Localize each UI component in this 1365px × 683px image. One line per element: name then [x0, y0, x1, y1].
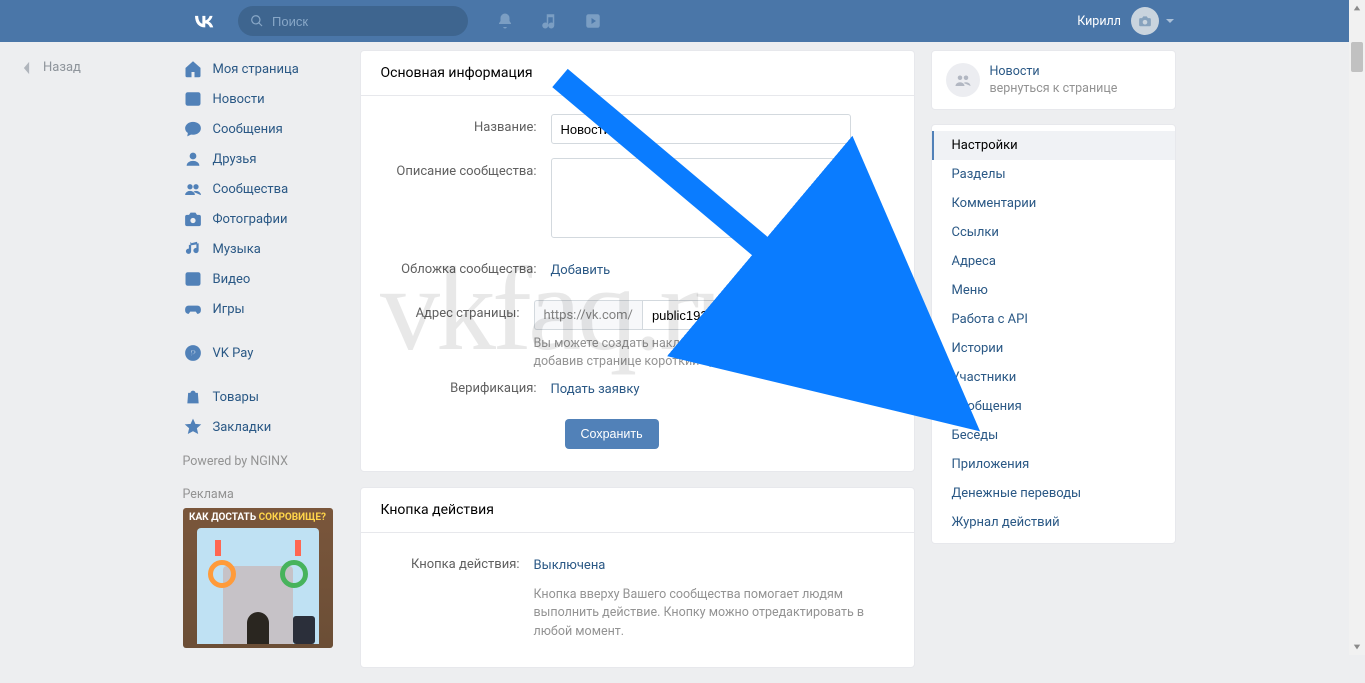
name-label: Название: [381, 114, 551, 144]
action-value[interactable]: Выключена [534, 551, 606, 581]
menu-api[interactable]: Работа с API [932, 305, 1175, 334]
scroll-down[interactable] [1349, 639, 1365, 655]
addr-hint: Вы можете создать наклейки для Вашего со… [534, 335, 894, 371]
community-sub: вернуться к странице [990, 81, 1118, 96]
search-box[interactable] [238, 6, 468, 36]
nav-photos[interactable]: Фотографии [183, 204, 348, 234]
main-info-panel: Основная информация Название: Описание с… [360, 50, 915, 472]
search-input[interactable] [272, 14, 442, 29]
bell-icon[interactable] [496, 12, 514, 30]
group-avatar [946, 63, 980, 97]
back-button[interactable]: Назад [22, 60, 81, 75]
ad-banner[interactable]: КАК ДОСТАТЬ СОКРОВИЩЕ? [183, 508, 333, 648]
menu-chats[interactable]: Беседы [932, 421, 1175, 450]
save-button[interactable]: Сохранить [565, 419, 659, 449]
addr-label: Адрес страницы: [381, 300, 534, 371]
left-nav: Моя страница Новости Сообщения Друзья Со… [183, 50, 348, 648]
ruble-icon: ₽ [184, 344, 202, 362]
username: Кирилл [1077, 14, 1121, 29]
nav-groups[interactable]: Сообщества [183, 174, 348, 204]
menu-transfers[interactable]: Денежные переводы [932, 479, 1175, 508]
bag-icon [184, 388, 202, 406]
camera-icon [1138, 14, 1152, 28]
verify-link[interactable]: Подать заявку [551, 375, 640, 405]
nav-messages[interactable]: Сообщения [183, 114, 348, 144]
scroll-up[interactable] [1349, 0, 1365, 16]
settings-menu: Настройки Разделы Комментарии Ссылки Адр… [931, 124, 1176, 544]
chevron-down-icon [1165, 16, 1175, 26]
news-icon [184, 90, 202, 108]
search-icon [250, 14, 264, 28]
powered-by: Powered by NGINX [183, 454, 348, 469]
addr-prefix: https://vk.com/ [534, 300, 642, 330]
users-icon [184, 180, 202, 198]
nav-market[interactable]: Товары [183, 382, 348, 412]
nav-games[interactable]: Игры [183, 294, 348, 324]
avatar [1131, 7, 1159, 35]
nav-bookmarks[interactable]: Закладки [183, 412, 348, 442]
music-note-icon [184, 240, 202, 258]
menu-messages[interactable]: Сообщения [932, 392, 1175, 421]
play-icon[interactable] [584, 12, 602, 30]
user-menu[interactable]: Кирилл [1077, 7, 1175, 35]
menu-stories[interactable]: Истории [932, 334, 1175, 363]
camera-icon [184, 210, 202, 228]
top-icons [496, 12, 602, 30]
menu-sections[interactable]: Разделы [932, 160, 1175, 189]
scrollbar[interactable] [1349, 0, 1365, 655]
nav-music[interactable]: Музыка [183, 234, 348, 264]
menu-comments[interactable]: Комментарии [932, 189, 1175, 218]
desc-textarea[interactable] [551, 158, 851, 238]
desc-label: Описание сообщества: [381, 158, 551, 242]
users-icon [954, 71, 972, 89]
svg-text:₽: ₽ [190, 349, 196, 359]
action-hint: Кнопка вверху Вашего сообщества помогает… [534, 586, 894, 640]
name-input[interactable] [551, 114, 851, 144]
gamepad-icon [184, 300, 202, 318]
back-label: Назад [43, 60, 81, 75]
chat-icon [184, 120, 202, 138]
menu-members[interactable]: Участники [932, 363, 1175, 392]
verify-label: Верификация: [381, 375, 551, 405]
music-icon[interactable] [540, 12, 558, 30]
addr-input[interactable] [642, 300, 834, 330]
home-icon [184, 60, 202, 78]
menu-log[interactable]: Журнал действий [932, 508, 1175, 537]
ad-title: КАК ДОСТАТЬ СОКРОВИЩЕ? [188, 512, 328, 523]
cover-add-link[interactable]: Добавить [551, 256, 611, 286]
nav-vkpay[interactable]: ₽VK Pay [183, 338, 348, 368]
film-icon [184, 270, 202, 288]
ad-label: Реклама [183, 487, 348, 502]
nav-video[interactable]: Видео [183, 264, 348, 294]
vk-logo[interactable] [190, 7, 218, 35]
menu-addresses[interactable]: Адреса [932, 247, 1175, 276]
menu-apps[interactable]: Приложения [932, 450, 1175, 479]
main-info-header: Основная информация [361, 51, 914, 96]
cover-label: Обложка сообщества: [381, 256, 551, 286]
chevron-left-icon [22, 61, 31, 75]
menu-settings[interactable]: Настройки [932, 131, 1175, 160]
nav-my-page[interactable]: Моя страница [183, 54, 348, 84]
star-icon [184, 418, 202, 436]
user-icon [184, 150, 202, 168]
nav-friends[interactable]: Друзья [183, 144, 348, 174]
community-title: Новости [990, 64, 1118, 79]
menu-links[interactable]: Ссылки [932, 218, 1175, 247]
topbar: Кирилл [0, 0, 1365, 42]
scroll-thumb[interactable] [1351, 42, 1363, 72]
action-label: Кнопка действия: [381, 551, 534, 640]
action-header: Кнопка действия [361, 488, 914, 533]
menu-menu[interactable]: Меню [932, 276, 1175, 305]
community-head[interactable]: Новости вернуться к странице [931, 50, 1176, 110]
action-panel: Кнопка действия Кнопка действия: Выключе… [360, 487, 915, 667]
nav-news[interactable]: Новости [183, 84, 348, 114]
